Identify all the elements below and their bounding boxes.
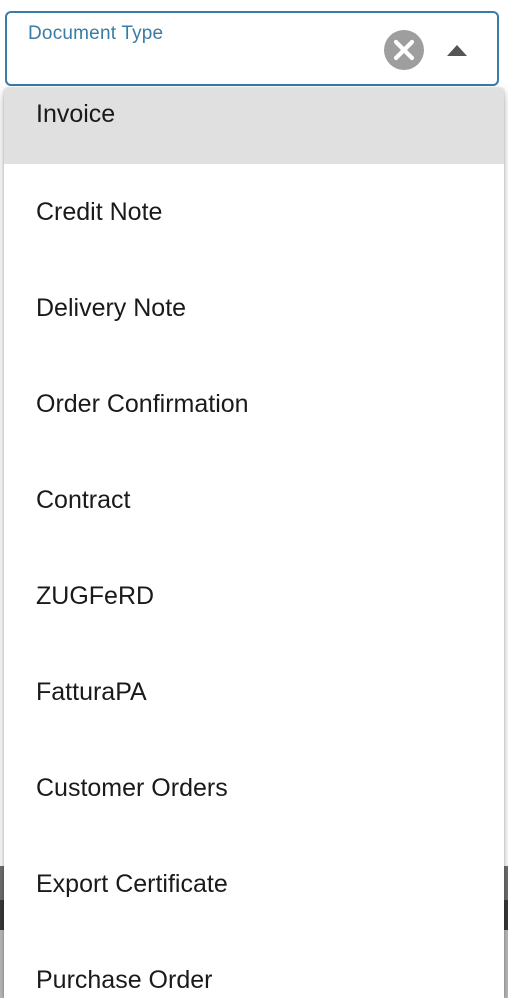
close-circle-icon[interactable] bbox=[384, 30, 424, 70]
dropdown-menu: Invoice Credit Note Delivery Note Order … bbox=[4, 88, 504, 998]
option-label: Credit Note bbox=[36, 197, 163, 226]
option-delivery-note[interactable]: Delivery Note bbox=[4, 260, 504, 356]
option-label: ZUGFeRD bbox=[36, 581, 155, 610]
option-label: FatturaPA bbox=[36, 677, 147, 706]
option-zugferd[interactable]: ZUGFeRD bbox=[4, 548, 504, 644]
caret-up-icon[interactable] bbox=[439, 35, 475, 65]
option-invoice[interactable]: Invoice bbox=[4, 88, 504, 164]
option-export-certificate[interactable]: Export Certificate bbox=[4, 836, 504, 932]
option-label: Export Certificate bbox=[36, 869, 228, 898]
page: Document Type Invoice Credit Note Delive… bbox=[0, 0, 508, 998]
option-credit-note[interactable]: Credit Note bbox=[4, 164, 504, 260]
option-label: Delivery Note bbox=[36, 293, 187, 322]
option-label: Order Confirmation bbox=[36, 389, 249, 418]
option-order-confirmation[interactable]: Order Confirmation bbox=[4, 356, 504, 452]
option-label: Contract bbox=[36, 485, 131, 514]
option-label: Invoice bbox=[36, 100, 116, 128]
option-contract[interactable]: Contract bbox=[4, 452, 504, 548]
option-customer-orders[interactable]: Customer Orders bbox=[4, 740, 504, 836]
option-purchase-order[interactable]: Purchase Order bbox=[4, 932, 504, 998]
option-fatturapa[interactable]: FatturaPA bbox=[4, 644, 504, 740]
option-label: Customer Orders bbox=[36, 773, 228, 802]
select-label: Document Type bbox=[28, 23, 164, 44]
option-label: Purchase Order bbox=[36, 965, 213, 994]
document-type-select[interactable]: Document Type bbox=[5, 11, 499, 86]
